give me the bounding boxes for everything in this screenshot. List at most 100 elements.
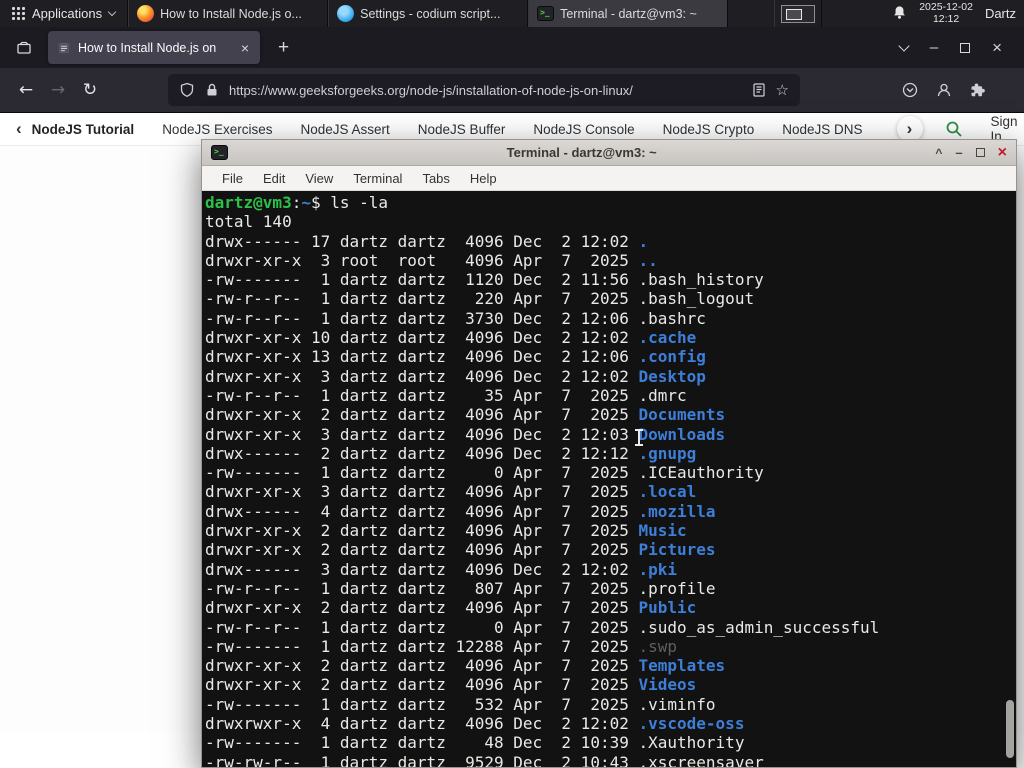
terminal-line: drwxr-xr-x 10 dartz dartz 4096 Dec 2 12:…	[205, 328, 697, 348]
chevron-down-icon	[107, 7, 117, 17]
window-preview-icon	[781, 4, 816, 23]
notification-bell-button[interactable]	[892, 5, 907, 23]
terminal-line: -rw-r--r-- 1 dartz dartz 0 Apr 7 2025 .s…	[205, 617, 880, 637]
url-bar[interactable]: https://www.geeksforgeeks.org/node-js/in…	[168, 74, 800, 106]
reload-button[interactable]: ↻	[74, 75, 106, 105]
terminal-line: -rw------- 1 dartz dartz 0 Apr 7 2025 .I…	[205, 463, 764, 483]
new-tab-button[interactable]: +	[272, 37, 295, 59]
terminal-line: drwxr-xr-x 2 dartz dartz 4096 Apr 7 2025…	[205, 598, 697, 618]
terminal-line: drwx------ 2 dartz dartz 4096 Dec 2 12:1…	[205, 443, 697, 463]
terminal-line: dartz@vm3:~$ ls -la	[205, 193, 389, 212]
url-text: https://www.geeksforgeeks.org/node-js/in…	[229, 82, 633, 98]
top-panel: Applications How to Install Node.js o...…	[0, 0, 1024, 27]
firefox-icon	[137, 5, 155, 22]
close-button[interactable]: ×	[998, 144, 1007, 160]
terminal-title: Terminal - dartz@vm3: ~	[506, 145, 657, 160]
shield-icon[interactable]	[179, 82, 195, 98]
subnav-item-crypto[interactable]: NodeJS Crypto	[649, 122, 769, 137]
terminal-window-controls: ^ – ×	[935, 144, 1007, 160]
forward-button[interactable]: →	[42, 75, 74, 105]
terminal-line: drwxr-xr-x 3 root root 4096 Apr 7 2025 .…	[205, 250, 658, 270]
taskbar-item-label: Settings - codium script...	[360, 6, 501, 21]
extensions-puzzle-icon[interactable]	[970, 82, 986, 98]
shade-button[interactable]: ^	[935, 146, 942, 160]
firefox-view-icon	[17, 41, 31, 54]
clock-time: 12:12	[932, 12, 960, 25]
tab-close-button[interactable]: ×	[239, 40, 251, 56]
subnav-item-exercises[interactable]: NodeJS Exercises	[148, 122, 286, 137]
tab-title: How to Install Node.js on	[78, 40, 217, 55]
panel-status-area: 2025-12-02 12:12 Dartz	[892, 1, 1024, 25]
taskbar-item-label: Terminal - dartz@vm3: ~	[560, 6, 697, 21]
pocket-icon[interactable]	[902, 82, 918, 98]
taskbar-item-firefox[interactable]: How to Install Node.js o...	[128, 0, 329, 27]
terminal-line: drwx------ 4 dartz dartz 4096 Apr 7 2025…	[205, 501, 716, 521]
taskbar-item-label: How to Install Node.js o...	[160, 6, 302, 21]
account-icon[interactable]	[936, 82, 952, 98]
subnav-item-tutorial[interactable]: NodeJS Tutorial	[26, 122, 149, 137]
applications-label: Applications	[32, 6, 103, 21]
terminal-line: drwxr-xr-x 2 dartz dartz 4096 Apr 7 2025…	[205, 540, 716, 560]
subnav-item-assert[interactable]: NodeJS Assert	[286, 122, 403, 137]
menu-view[interactable]: View	[295, 171, 343, 186]
terminal-line: -rw------- 1 dartz dartz 12288 Apr 7 202…	[205, 636, 678, 656]
reader-view-icon[interactable]	[751, 82, 767, 98]
subnav-item-dns[interactable]: NodeJS DNS	[768, 122, 876, 137]
tab-bar: How to Install Node.js on × + – ×	[0, 27, 1024, 68]
terminal-line: drwxr-xr-x 2 dartz dartz 4096 Apr 7 2025…	[205, 675, 697, 695]
workspace-switcher[interactable]	[774, 0, 823, 27]
terminal-scrollbar-thumb[interactable]	[1006, 700, 1014, 758]
tabbar-controls: – ×	[898, 38, 1014, 58]
window-minimize-button[interactable]: –	[930, 39, 938, 56]
terminal-line: drwxr-xr-x 3 dartz dartz 4096 Dec 2 12:0…	[205, 366, 706, 386]
terminal-line: -rw------- 1 dartz dartz 532 Apr 7 2025 …	[205, 694, 716, 714]
terminal-icon	[537, 6, 555, 21]
applications-menu-button[interactable]: Applications	[0, 0, 129, 27]
terminal-window: Terminal - dartz@vm3: ~ ^ – × File Edit …	[201, 139, 1017, 768]
terminal-line: total 140	[205, 212, 292, 232]
terminal-line: drwxr-xr-x 2 dartz dartz 4096 Apr 7 2025…	[205, 405, 726, 425]
terminal-line: drwxr-xr-x 3 dartz dartz 4096 Dec 2 12:0…	[205, 424, 726, 444]
chevron-right-icon: ›	[906, 119, 913, 138]
maximize-button[interactable]	[975, 148, 985, 157]
browser-toolbar: ← → ↻ https://www.geeksforgeeks.org/node…	[0, 68, 1024, 113]
subnav-item-buffer[interactable]: NodeJS Buffer	[404, 122, 520, 137]
menu-file[interactable]: File	[212, 171, 253, 186]
terminal-menubar: File Edit View Terminal Tabs Help	[202, 166, 1016, 191]
session-user-menu[interactable]: Dartz	[985, 6, 1016, 21]
bell-icon	[894, 5, 906, 19]
minimize-button[interactable]: –	[955, 145, 962, 160]
menu-help[interactable]: Help	[460, 171, 507, 186]
terminal-line: drwx------ 17 dartz dartz 4096 Dec 2 12:…	[205, 231, 649, 251]
back-button[interactable]: ←	[10, 75, 42, 105]
terminal-output[interactable]: dartz@vm3:~$ ls -la total 140 drwx------ 1…	[202, 191, 1016, 767]
codium-icon	[337, 5, 355, 22]
clock[interactable]: 2025-12-02 12:12	[919, 1, 973, 25]
terminal-line: drwxr-xr-x 13 dartz dartz 4096 Dec 2 12:…	[205, 347, 706, 367]
subnav-item-console[interactable]: NodeJS Console	[519, 122, 648, 137]
search-icon	[946, 121, 962, 137]
scroll-left-chevron-icon[interactable]: ‹	[12, 119, 26, 139]
window-close-button[interactable]: ×	[992, 38, 1002, 58]
firefox-view-button[interactable]	[10, 35, 38, 61]
menu-terminal[interactable]: Terminal	[343, 171, 412, 186]
terminal-line: -rw-r--r-- 1 dartz dartz 807 Apr 7 2025 …	[205, 578, 716, 598]
bookmark-star-icon[interactable]: ☆	[776, 81, 789, 99]
list-all-tabs-button[interactable]	[898, 39, 910, 52]
terminal-line: -rw-r--r-- 1 dartz dartz 35 Apr 7 2025 .…	[205, 385, 687, 405]
menu-tabs[interactable]: Tabs	[412, 171, 459, 186]
window-restore-button[interactable]	[960, 42, 971, 53]
menu-edit[interactable]: Edit	[253, 171, 295, 186]
terminal-icon	[211, 145, 228, 160]
site-search-button[interactable]	[945, 120, 963, 138]
taskbar-item-terminal[interactable]: Terminal - dartz@vm3: ~	[528, 0, 729, 27]
applications-icon	[12, 7, 25, 20]
terminal-line: -rw-r--r-- 1 dartz dartz 3730 Dec 2 12:0…	[205, 308, 706, 328]
lock-icon[interactable]	[204, 82, 220, 98]
terminal-titlebar[interactable]: Terminal - dartz@vm3: ~ ^ – ×	[202, 140, 1016, 166]
clock-date: 2025-12-02	[919, 1, 973, 13]
taskbar-item-codium[interactable]: Settings - codium script...	[328, 0, 529, 27]
subnav-item-truncated[interactable]: Node	[877, 122, 891, 137]
terminal-line: drwx------ 3 dartz dartz 4096 Dec 2 12:0…	[205, 559, 678, 579]
browser-tab-active[interactable]: How to Install Node.js on ×	[48, 31, 260, 64]
